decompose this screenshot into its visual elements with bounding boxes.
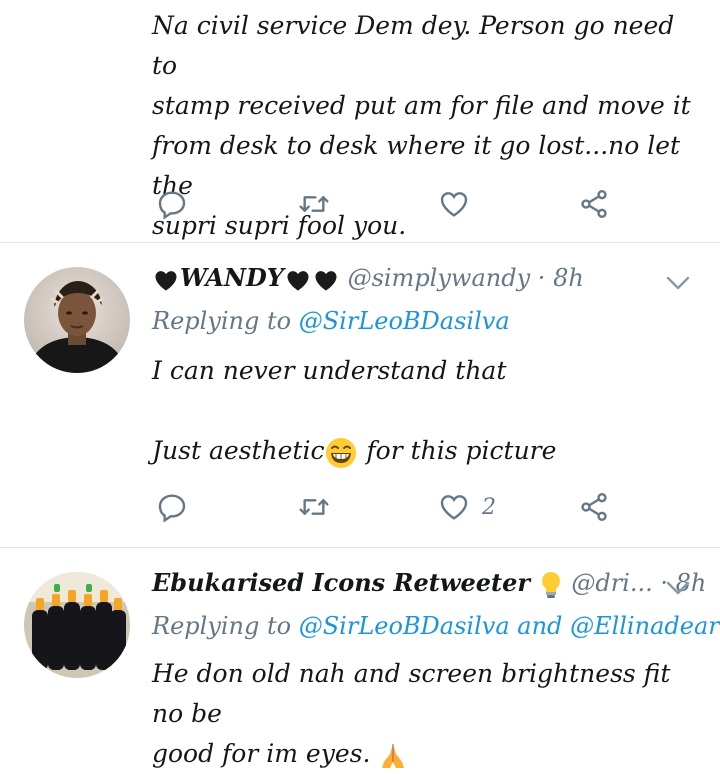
- like-button[interactable]: [438, 184, 482, 224]
- heart-emoji-icon: [315, 270, 337, 290]
- grin-emoji-icon: [326, 437, 357, 468]
- retweet-icon: [299, 499, 329, 515]
- text-segment: Just aesthetic: [152, 436, 325, 465]
- chevron-down-icon[interactable]: [664, 578, 692, 598]
- share-button[interactable]: [578, 487, 610, 527]
- avatar-image: [24, 572, 130, 678]
- replying-prefix: Replying to: [152, 307, 292, 335]
- tweet-header: WANDY @simplywandy · 8h: [152, 263, 584, 303]
- tweet-actions: 2: [0, 487, 720, 527]
- tweet-text-line: Na civil service Dem dey. Person go need…: [152, 11, 675, 80]
- replying-prefix: Replying to: [152, 612, 292, 640]
- text-segment: good for im eyes.: [152, 739, 371, 768]
- tweet-text-line: I can never understand that: [152, 356, 507, 385]
- tweet-card[interactable]: Ebukarised Icons Retweeter @dri... · 8h …: [0, 548, 720, 768]
- tweet-text-line: Just aesthetic for this picture: [152, 431, 700, 471]
- retweet-icon: [299, 196, 329, 212]
- replying-and: and: [517, 612, 563, 640]
- tweet-text-line: He don old nah and screen brightness fit…: [152, 659, 671, 728]
- like-icon: [440, 495, 468, 520]
- tweet-text-line: good for im eyes.: [152, 734, 700, 774]
- bulb-emoji-icon: [541, 571, 560, 598]
- reply-button[interactable]: [156, 184, 188, 224]
- tweet-card[interactable]: WANDY @simplywandy · 8h Replying to @Sir…: [0, 243, 720, 547]
- heart-emoji-icon: [155, 270, 177, 290]
- replying-to: Replying to @SirLeoBDasilva: [152, 307, 510, 335]
- tweet-text: He don old nah and screen brightness fit…: [152, 654, 700, 774]
- avatar[interactable]: [24, 572, 130, 678]
- reply-icon: [158, 494, 186, 523]
- like-icon: [440, 192, 468, 217]
- display-name[interactable]: WANDY: [180, 263, 284, 292]
- like-button[interactable]: 2: [438, 487, 496, 527]
- handle[interactable]: @dri...: [571, 569, 652, 597]
- reply-icon: [158, 191, 186, 220]
- pray-emoji-icon: [382, 743, 405, 768]
- tweet-header: Ebukarised Icons Retweeter @dri... · 8h: [152, 568, 706, 608]
- reply-mention-link[interactable]: @Ellinadear: [570, 612, 720, 640]
- replying-to: Replying to @SirLeoBDasilva and @Ellinad…: [152, 612, 720, 640]
- share-button[interactable]: [578, 184, 610, 224]
- tweet-text-line: stamp received put am for file and move …: [152, 91, 691, 120]
- reply-mention-link[interactable]: @SirLeoBDasilva: [299, 307, 510, 335]
- chevron-down-icon[interactable]: [664, 273, 692, 293]
- share-icon: [581, 190, 607, 218]
- retweet-button[interactable]: [298, 184, 330, 224]
- handle[interactable]: @simplywandy: [348, 264, 531, 292]
- share-icon: [581, 493, 607, 521]
- heart-emoji-icon: [287, 270, 309, 290]
- tweet-card[interactable]: Na civil service Dem dey. Person go need…: [0, 0, 720, 242]
- tweet-text: I can never understand that Just aesthet…: [152, 351, 700, 471]
- reply-mention-link[interactable]: @SirLeoBDasilva: [299, 612, 510, 640]
- display-name[interactable]: Ebukarised Icons Retweeter: [152, 568, 530, 597]
- reply-button[interactable]: [156, 487, 188, 527]
- avatar-image: [24, 267, 130, 373]
- like-count: 2: [482, 494, 496, 520]
- separator-dot: ·: [537, 264, 546, 292]
- tweet-actions: [0, 184, 720, 224]
- retweet-button[interactable]: [298, 487, 330, 527]
- timestamp[interactable]: 8h: [553, 264, 584, 292]
- text-segment: for this picture: [358, 436, 557, 465]
- avatar[interactable]: [24, 267, 130, 373]
